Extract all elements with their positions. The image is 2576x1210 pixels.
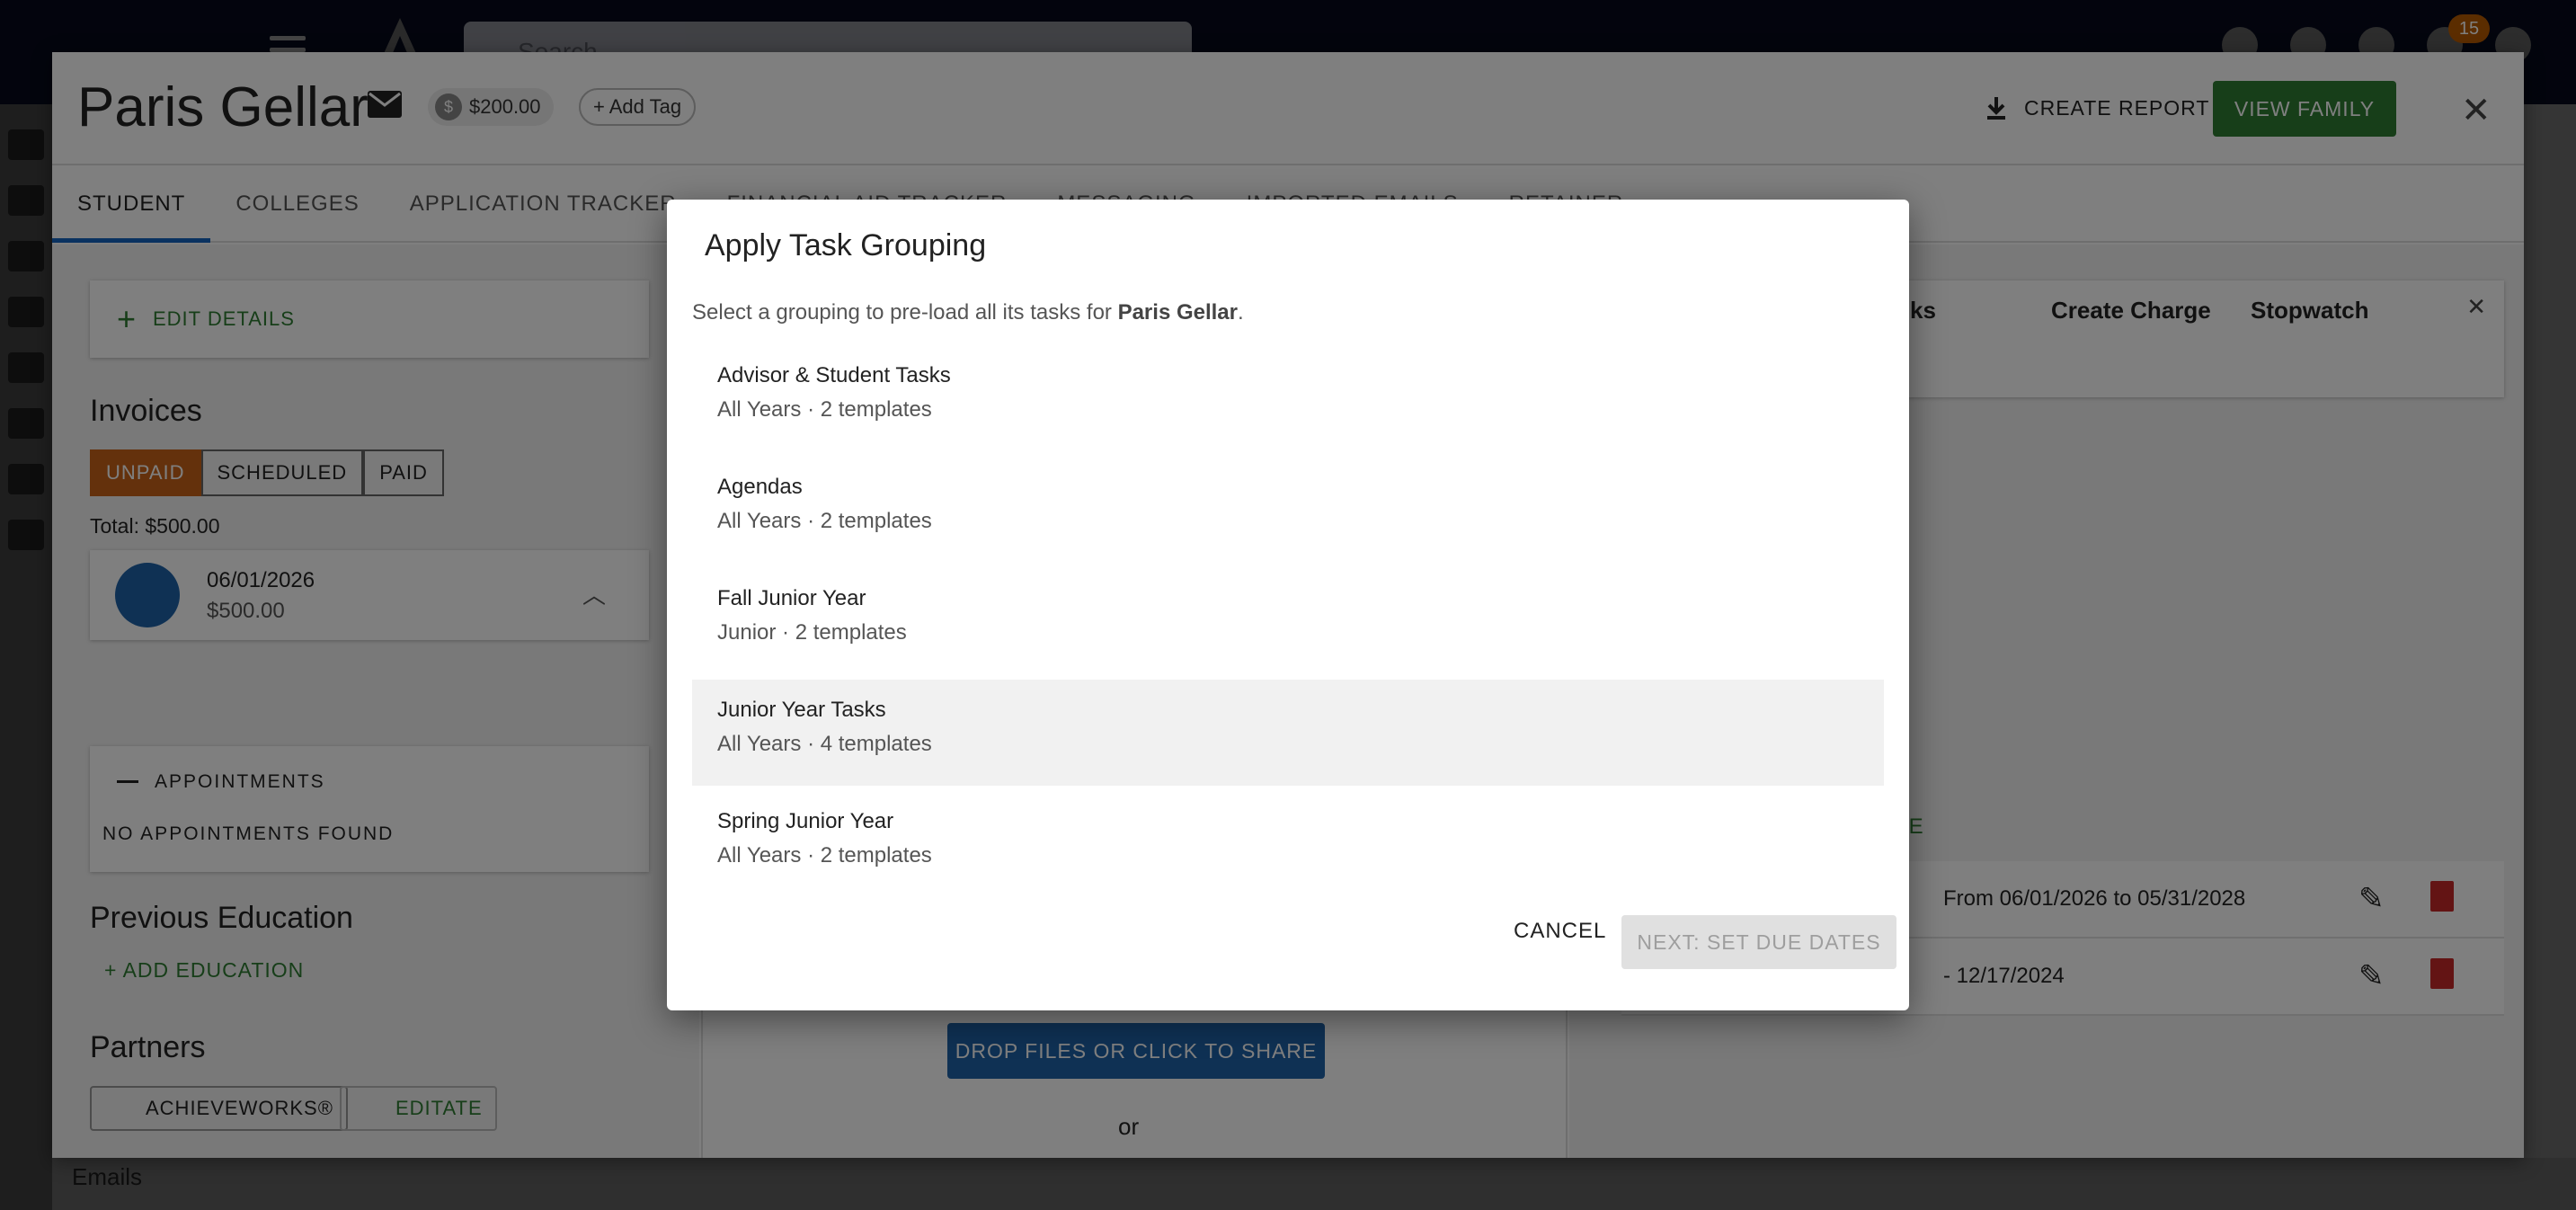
grouping-item[interactable]: Junior Year Tasks All Years · 4 template… bbox=[692, 680, 1884, 786]
grouping-item[interactable]: Spring Junior Year All Years · 2 templat… bbox=[692, 791, 1884, 897]
grouping-meta: All Years · 4 templates bbox=[717, 732, 932, 756]
grouping-name: Advisor & Student Tasks bbox=[717, 363, 951, 387]
next-set-due-dates-button[interactable]: NEXT: SET DUE DATES bbox=[1621, 915, 1896, 969]
subtitle-suffix: . bbox=[1238, 300, 1244, 325]
subtitle-prefix: Select a grouping to pre-load all its ta… bbox=[692, 300, 1118, 325]
grouping-name: Junior Year Tasks bbox=[717, 698, 886, 722]
grouping-item[interactable]: Advisor & Student Tasks All Years · 2 te… bbox=[692, 345, 1884, 451]
grouping-meta: All Years · 2 templates bbox=[717, 397, 932, 422]
grouping-meta: Junior · 2 templates bbox=[717, 620, 907, 645]
grouping-meta: All Years · 2 templates bbox=[717, 509, 932, 533]
grouping-item[interactable]: Agendas All Years · 2 templates bbox=[692, 457, 1884, 563]
dialog-subtitle: Select a grouping to pre-load all its ta… bbox=[692, 300, 1244, 325]
grouping-name: Agendas bbox=[717, 475, 803, 499]
grouping-list: Advisor & Student Tasks All Years · 2 te… bbox=[692, 345, 1884, 903]
grouping-meta: All Years · 2 templates bbox=[717, 843, 932, 867]
grouping-name: Fall Junior Year bbox=[717, 586, 866, 610]
apply-task-grouping-dialog: Apply Task Grouping Select a grouping to… bbox=[667, 200, 1909, 1010]
dialog-title: Apply Task Grouping bbox=[705, 228, 987, 262]
grouping-item[interactable]: Fall Junior Year Junior · 2 templates bbox=[692, 568, 1884, 674]
grouping-name: Spring Junior Year bbox=[717, 809, 894, 833]
cancel-button[interactable]: CANCEL bbox=[1514, 919, 1606, 944]
subtitle-student: Paris Gellar bbox=[1117, 300, 1238, 325]
